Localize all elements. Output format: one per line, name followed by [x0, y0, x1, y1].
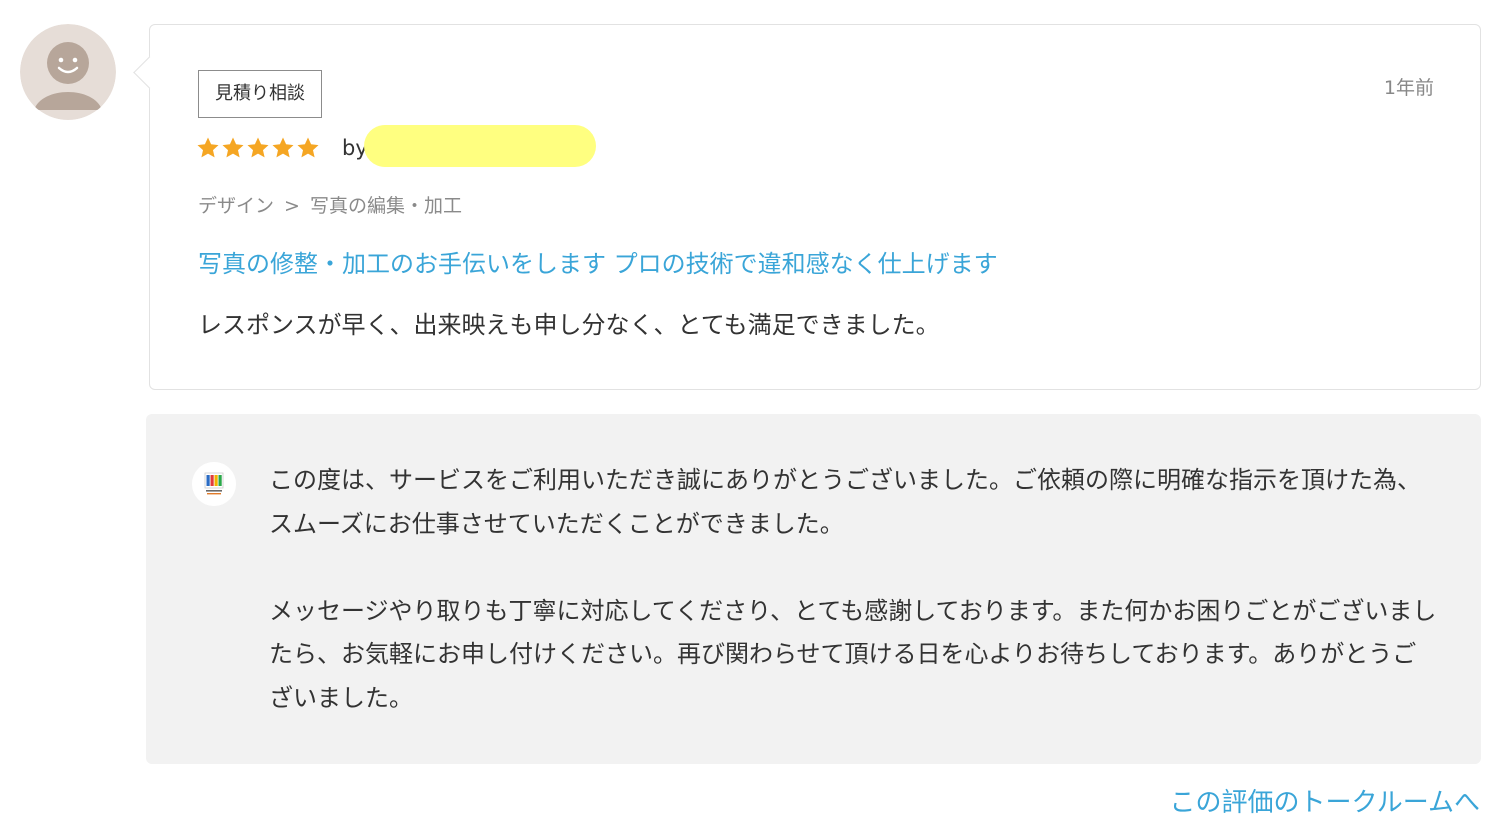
- talkroom-link[interactable]: この評価のトークルームへ: [1170, 782, 1480, 819]
- star-icon: [272, 137, 294, 158]
- review-text: レスポンスが早く、出来映えも申し分なく、とても満足できました。: [198, 311, 940, 339]
- breadcrumb-category[interactable]: デザイン: [198, 195, 274, 217]
- seller-avatar[interactable]: [192, 462, 236, 506]
- breadcrumb-subcategory[interactable]: 写真の編集・加工: [310, 195, 462, 217]
- breadcrumb-separator: >: [284, 195, 300, 217]
- star-rating: [196, 133, 320, 163]
- reply-paragraph: この度は、サービスをご利用いただき誠にありがとうございました。ご依頼の際に明確な…: [269, 466, 1421, 538]
- star-icon: [197, 137, 219, 158]
- card-pointer: [133, 56, 166, 89]
- review-card: 見積り相談 1年前 by デザイン > 写真の編集・加工 写真の修整・加工のお手伝い…: [133, 24, 1481, 390]
- seller-reply: この度は、サービスをご利用いただき誠にありがとうございました。ご依頼の際に明確な…: [146, 414, 1481, 764]
- reviewer-name-redaction: [364, 125, 596, 167]
- star-icon: [247, 137, 269, 158]
- reviewer-avatar: [20, 24, 116, 120]
- seller-logo-icon: [192, 462, 236, 506]
- breadcrumb: デザイン > 写真の編集・加工: [198, 191, 462, 218]
- reply-text: この度は、サービスをご利用いただき誠にありがとうございました。ご依頼の際に明確な…: [269, 459, 1439, 720]
- reply-paragraph: メッセージやり取りも丁寧に対応してくださり、とても感謝しております。また何かお困…: [269, 596, 1437, 712]
- review-timestamp: 1年前: [1383, 77, 1434, 99]
- estimate-badge: 見積り相談: [198, 70, 322, 118]
- star-icon: [297, 137, 319, 158]
- service-title-link[interactable]: 写真の修整・加工のお手伝いをします プロの技術で違和感なく仕上げます: [198, 244, 998, 279]
- default-user-avatar-icon: [20, 24, 116, 120]
- star-icon: [222, 137, 244, 158]
